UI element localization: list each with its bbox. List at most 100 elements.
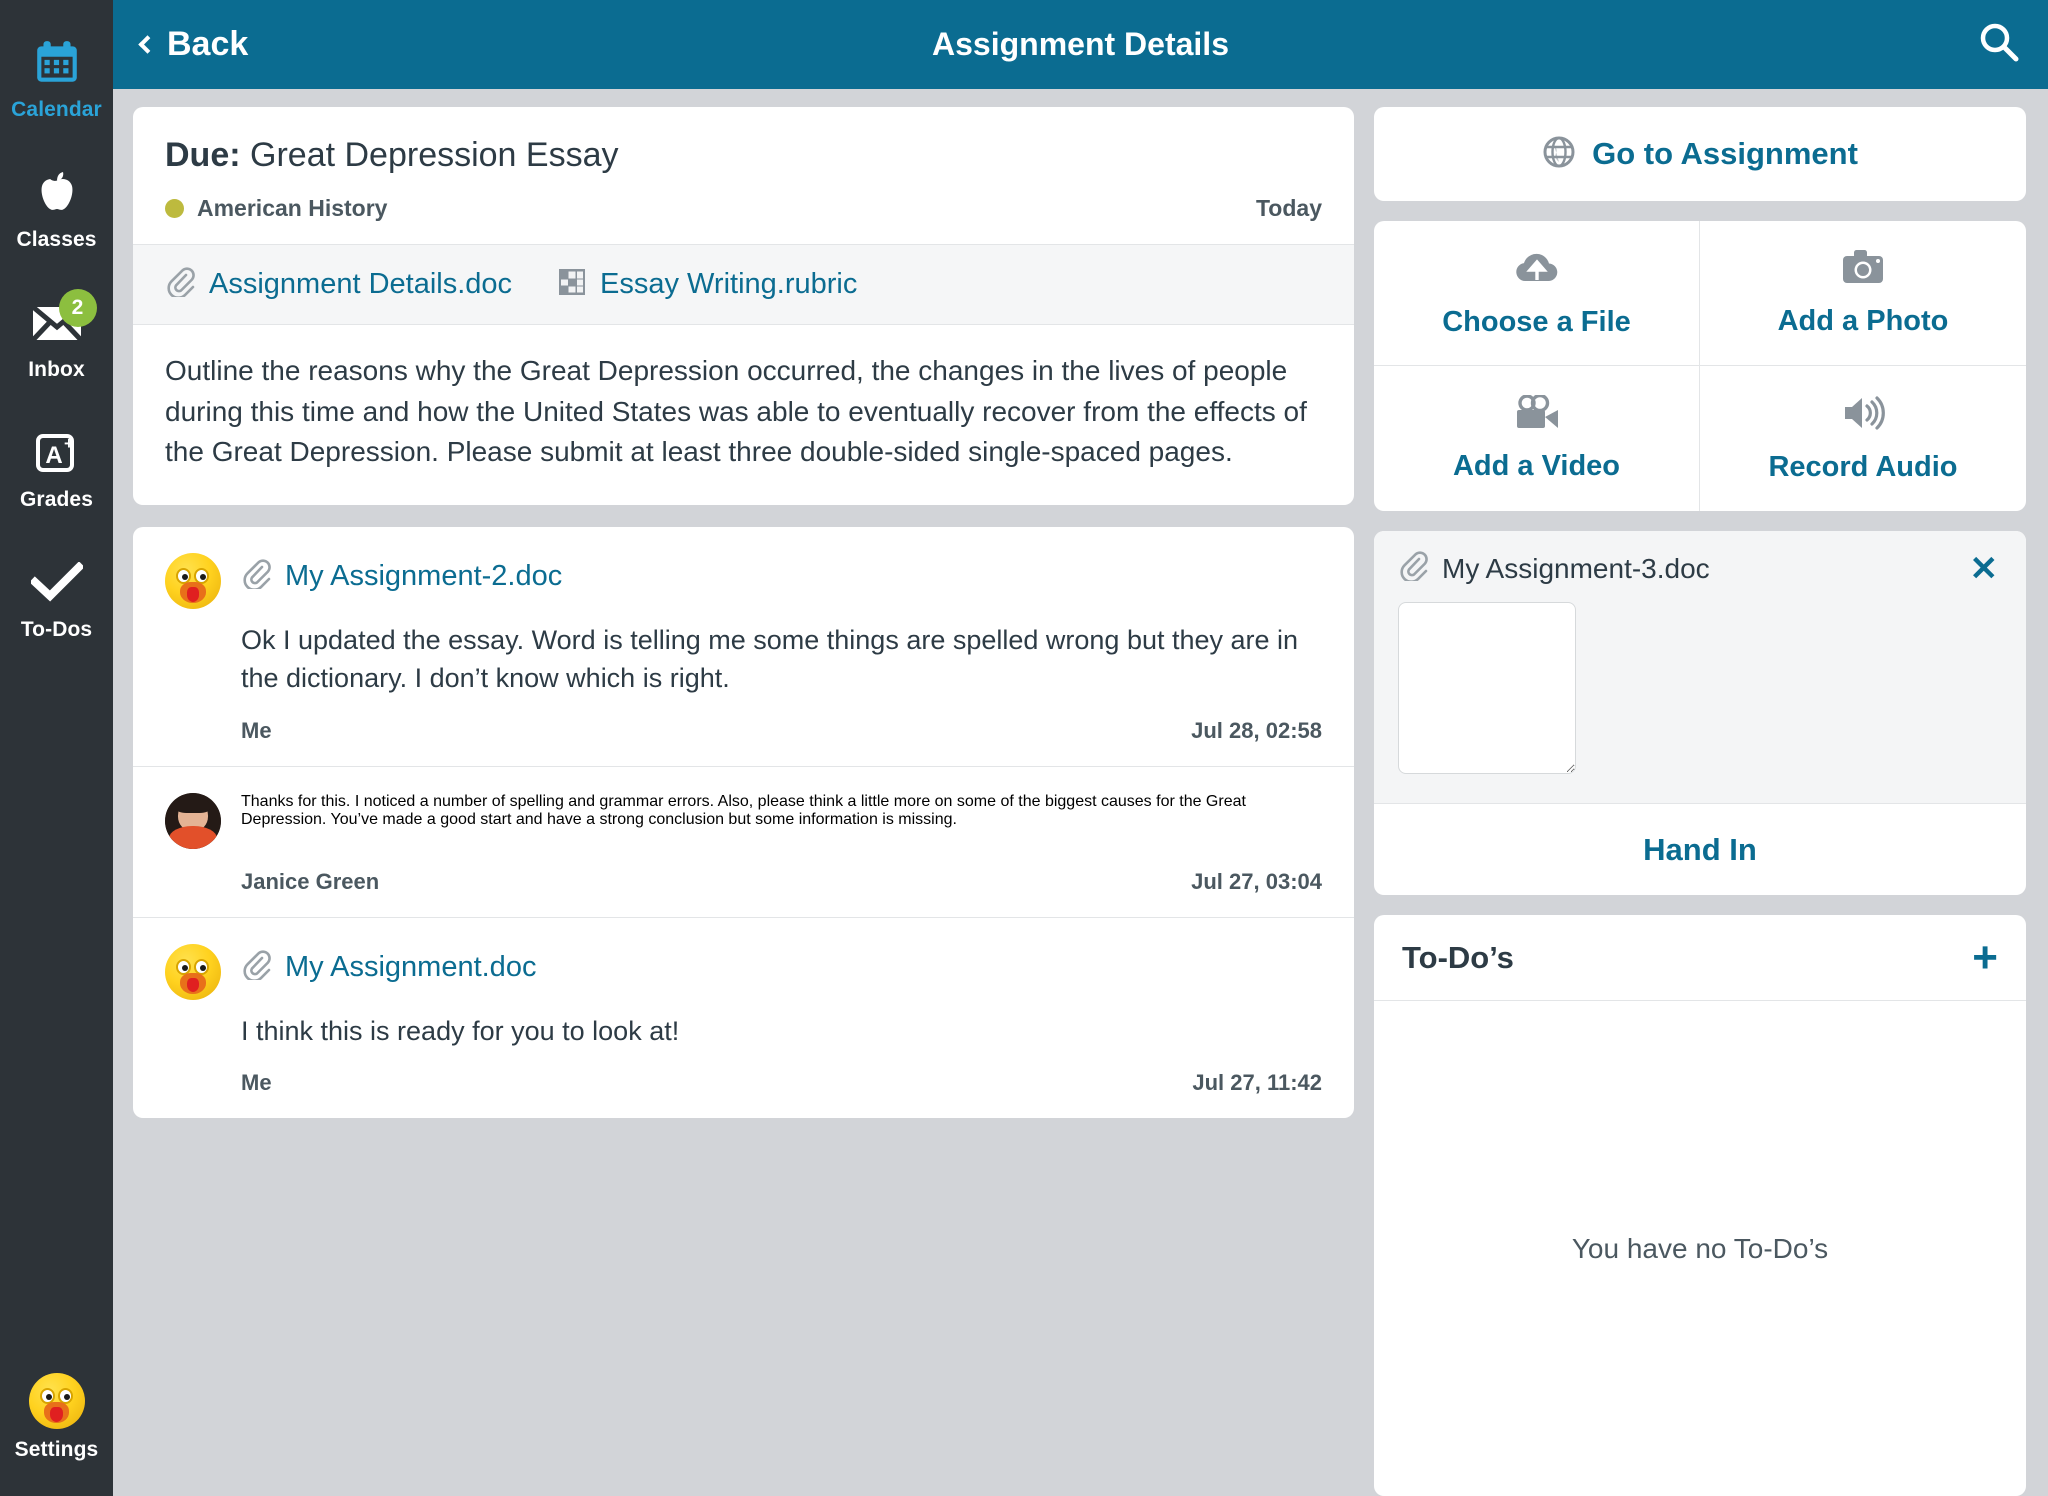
submission-options-grid: Choose a File Add a Photo Add a Video Re… xyxy=(1374,221,2026,511)
a-plus-icon: A + xyxy=(31,427,83,479)
comment-attachment-link[interactable]: My Assignment-2.doc xyxy=(241,553,562,594)
attachment-name: Assignment Details.doc xyxy=(209,268,513,301)
video-camera-icon xyxy=(1514,393,1560,436)
todos-header: To-Do’s + xyxy=(1374,915,2026,1001)
comment-attachment-link[interactable]: My Assignment.doc xyxy=(241,944,536,985)
attachment-link-doc[interactable]: Assignment Details.doc xyxy=(165,267,512,302)
upload-panel: My Assignment-3.doc ✕ Hand In xyxy=(1374,531,2026,895)
search-button[interactable] xyxy=(1976,22,2022,68)
sidebar-item-to-dos[interactable]: To-Dos xyxy=(0,534,113,664)
attachment-link-rubric[interactable]: Essay Writing.rubric xyxy=(558,268,857,301)
user-avatar-icon xyxy=(28,1373,85,1429)
sidebar-item-label: Inbox xyxy=(28,357,85,381)
calendar-icon xyxy=(31,37,83,89)
avatar xyxy=(165,943,221,1000)
assignment-description: Outline the reasons why the Great Depres… xyxy=(165,355,1307,468)
option-label: Record Audio xyxy=(1768,450,1958,483)
camera-icon xyxy=(1841,248,1885,291)
comment-timestamp: Jul 27, 11:42 xyxy=(1192,1069,1322,1095)
page-title: Assignment Details xyxy=(932,26,1229,62)
main-column: Due: Great Depression Essay American His… xyxy=(133,107,1354,1496)
record-audio-button[interactable]: Record Audio xyxy=(1700,366,2026,511)
sidebar-item-label: To-Dos xyxy=(20,617,93,641)
comment-header: My Assignment.doc xyxy=(165,943,1322,1000)
sidebar-item-label: Grades xyxy=(20,487,93,511)
comment-timestamp: Jul 28, 02:58 xyxy=(1191,717,1322,743)
comment-text: I think this is ready for you to look at… xyxy=(241,1015,680,1046)
sidebar-item-label: Classes xyxy=(16,227,97,251)
choose-a-file-button[interactable]: Choose a File xyxy=(1374,221,1700,366)
comment-text: Thanks for this. I noticed a number of s… xyxy=(241,792,1246,828)
option-label: Add a Video xyxy=(1452,449,1621,482)
assignment-header: Due: Great Depression Essay American His… xyxy=(133,107,1354,244)
chevron-left-icon xyxy=(138,34,157,54)
sidebar-item-settings[interactable]: Settings xyxy=(0,1373,113,1462)
inbox-unread-badge: 2 xyxy=(58,288,97,327)
close-x-icon[interactable]: ✕ xyxy=(1966,552,2003,586)
side-column: Go to Assignment Choose a File Add a Pho… xyxy=(1374,107,2026,1496)
comment-attachment-name: My Assignment-2.doc xyxy=(285,559,563,592)
course-color-dot xyxy=(165,199,184,219)
svg-text:A: A xyxy=(45,442,62,469)
back-label: Back xyxy=(167,25,249,63)
hand-in-label: Hand In xyxy=(1643,831,1757,867)
comment-author: Me xyxy=(241,717,272,743)
comments-card: My Assignment-2.doc Ok I updated the ess… xyxy=(133,526,1354,1118)
comment-timestamp: Jul 27, 03:04 xyxy=(1191,868,1322,894)
assignment-name: Great Depression Essay xyxy=(250,136,619,174)
apple-icon xyxy=(31,167,83,219)
comment-footer: Janice Green Jul 27, 03:04 xyxy=(241,869,1322,895)
sidebar-item-classes[interactable]: Classes xyxy=(0,144,113,274)
comment-header: Thanks for this. I noticed a number of s… xyxy=(165,792,1322,849)
svg-text:+: + xyxy=(64,434,74,453)
comment-header: My Assignment-2.doc xyxy=(165,552,1322,609)
paperclip-icon xyxy=(241,949,271,985)
sidebar-item-label: Calendar xyxy=(11,97,102,121)
assignment-details-screen: Calendar Classes 2 Inbox A + Grades To-D… xyxy=(0,0,2048,1496)
primary-navigation-rail: Calendar Classes 2 Inbox A + Grades To-D… xyxy=(0,0,113,1496)
sidebar-item-inbox[interactable]: 2 Inbox xyxy=(0,274,113,404)
todos-panel: To-Do’s + You have no To-Do’s xyxy=(1374,915,2026,1496)
comment-text: Ok I updated the essay. Word is telling … xyxy=(241,624,1299,694)
comment-item: My Assignment.doc I think this is ready … xyxy=(133,918,1354,1118)
sidebar-item-calendar[interactable]: Calendar xyxy=(0,14,113,144)
paperclip-icon xyxy=(241,559,271,594)
hand-in-button[interactable]: Hand In xyxy=(1374,803,2026,895)
assignment-meta: American History Today xyxy=(165,195,1322,222)
avatar xyxy=(165,552,221,609)
comment-item: My Assignment-2.doc Ok I updated the ess… xyxy=(133,527,1354,767)
add-a-video-button[interactable]: Add a Video xyxy=(1374,366,1700,511)
sidebar-item-grades[interactable]: A + Grades xyxy=(0,404,113,534)
upload-file-row: My Assignment-3.doc ✕ xyxy=(1398,551,2002,586)
assignment-attachments: Assignment Details.doc Essay Writing.rub… xyxy=(133,244,1354,326)
comment-item: Thanks for this. I noticed a number of s… xyxy=(133,767,1354,918)
paperclip-icon xyxy=(165,267,195,302)
rubric-grid-icon xyxy=(558,268,586,301)
comment-attachment-name: My Assignment.doc xyxy=(285,950,537,983)
assignment-card: Due: Great Depression Essay American His… xyxy=(133,107,1354,505)
content-area: Due: Great Depression Essay American His… xyxy=(113,89,2048,1496)
comment-footer: Me Jul 28, 02:58 xyxy=(241,718,1322,744)
option-label: Add a Photo xyxy=(1777,305,1949,337)
comment-footer: Me Jul 27, 11:42 xyxy=(241,1070,1322,1096)
go-to-assignment-button[interactable]: Go to Assignment xyxy=(1374,107,2026,201)
upload-file-name: My Assignment-3.doc xyxy=(1442,552,1710,584)
stage: Back Assignment Details Due: Great Depre… xyxy=(113,0,2048,1496)
due-prefix: Due: xyxy=(165,136,241,174)
plus-icon[interactable]: + xyxy=(1972,935,1998,980)
todos-title: To-Do’s xyxy=(1402,939,1514,975)
add-a-photo-button[interactable]: Add a Photo xyxy=(1700,221,2026,366)
comment-author: Janice Green xyxy=(241,868,380,894)
paperclip-icon xyxy=(1398,551,1428,586)
avatar xyxy=(165,792,221,849)
option-label: Choose a File xyxy=(1442,306,1631,338)
go-to-assignment-label: Go to Assignment xyxy=(1592,136,1858,171)
back-button[interactable]: Back xyxy=(138,25,249,64)
speaker-audio-icon xyxy=(1841,394,1885,437)
checkmark-icon xyxy=(30,557,83,609)
comment-author: Me xyxy=(241,1069,272,1095)
globe-icon xyxy=(1542,135,1576,174)
submission-comment-input[interactable] xyxy=(1398,602,1576,774)
attachment-name: Essay Writing.rubric xyxy=(600,268,858,301)
sidebar-item-label: Settings xyxy=(14,1438,99,1461)
